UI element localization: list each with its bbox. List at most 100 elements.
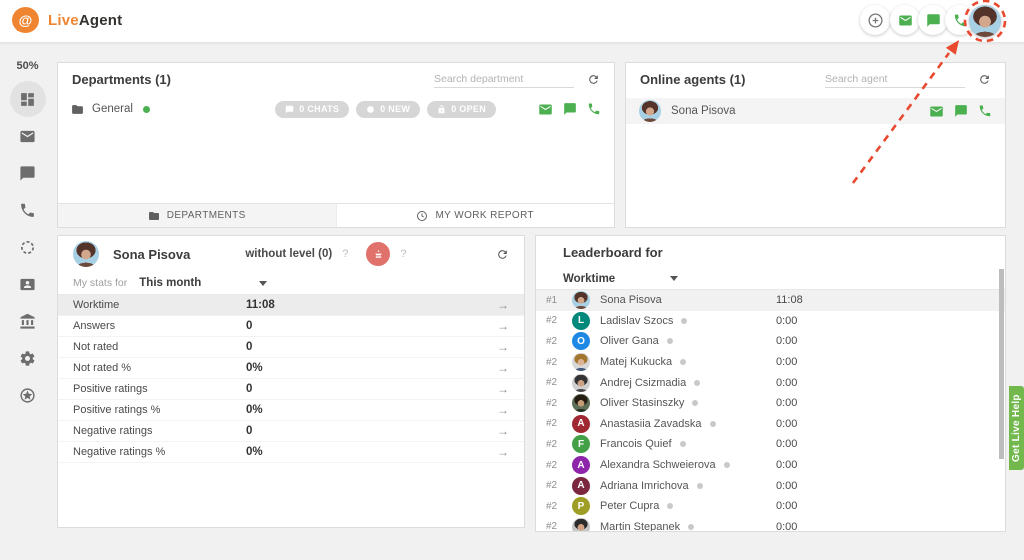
dashboard-icon [19,91,36,108]
refresh-icon [496,248,509,261]
new-count-badge: 0 NEW [356,101,420,118]
online-status-dot [143,106,150,113]
leaderboard-scrollbar[interactable] [999,269,1004,459]
chats-button[interactable] [918,5,948,35]
stat-row[interactable]: Not rated0→ [58,337,524,358]
agent-name: Sona Pisova [600,294,662,306]
arrow-right-icon[interactable]: → [497,340,509,354]
sidebar-item-customers[interactable] [10,303,46,339]
chat-department-button[interactable] [563,102,577,116]
metric-value: 0:00 [776,459,797,471]
refresh-agents-button[interactable] [978,73,991,86]
chevron-down-icon[interactable] [259,281,267,286]
agent-avatar: A [572,477,590,495]
email-icon [19,128,36,145]
stat-value: 0% [246,404,263,416]
stat-row[interactable]: Answers0→ [58,316,524,337]
metric-value: 0:00 [776,480,797,492]
offline-status-dot [681,318,687,324]
stat-value: 0% [246,446,263,458]
tab-my-work-report[interactable]: MY WORK REPORT [336,204,615,227]
call-department-button[interactable] [587,102,601,116]
agent-name: Martin Stepanek [600,521,680,532]
chat-agent-button[interactable] [954,104,968,118]
leaderboard-row: #2Oliver Stasinszky0:00 [536,393,1005,414]
rank-label: #1 [546,295,564,306]
add-new-button[interactable] [860,5,890,35]
stat-value: 11:08 [246,299,275,311]
sidebar-item-social[interactable] [10,229,46,265]
rank-label: #2 [546,501,564,512]
sidebar-item-settings[interactable] [10,340,46,376]
stat-row[interactable]: Positive ratings0→ [58,379,524,400]
stat-label: Negative ratings % [73,446,246,458]
sidebar-item-tickets[interactable] [10,118,46,154]
level-help[interactable]: ? [342,248,348,260]
report-agent-name: Sona Pisova [113,247,190,262]
arrow-right-icon[interactable]: → [497,382,509,396]
agent-avatar: A [572,415,590,433]
tickets-button[interactable] [890,5,920,35]
chats-count-badge: 0 CHATS [275,101,349,118]
departments-panel: Departments (1) General 0 CHATS 0 NEW [57,62,615,228]
refresh-report-button[interactable] [496,248,509,261]
rewards-help[interactable]: ? [400,248,406,260]
sidebar-item-dashboard[interactable] [10,81,46,117]
sidebar-item-calls[interactable] [10,192,46,228]
arrow-right-icon[interactable]: → [497,403,509,417]
stat-row[interactable]: Worktime11:08→ [58,295,524,316]
search-agent-input[interactable] [825,71,965,88]
call-agent-button[interactable] [978,104,992,118]
logo-at: @ [19,12,33,28]
stat-row[interactable]: Negative ratings0→ [58,421,524,442]
period-select[interactable]: This month [139,277,201,289]
leaderboard-list: #1Sona Pisova11:08#2LLadislav Szocs0:00#… [536,290,1005,532]
leaderboard-panel: Leaderboard for Worktime #1Sona Pisova11… [535,235,1006,532]
stat-row[interactable]: Not rated %0%→ [58,358,524,379]
stat-row[interactable]: Positive ratings %0%→ [58,400,524,421]
sidebar-item-gamification[interactable] [10,377,46,413]
agent-name: Andrej Csizmadia [600,377,686,389]
email-agent-button[interactable] [929,104,944,119]
metric-value: 0:00 [776,521,797,532]
chevron-down-icon[interactable] [670,276,678,281]
rank-label: #2 [546,357,564,368]
leaderboard-title: Leaderboard for [563,245,663,260]
agent-avatar [572,518,590,532]
rewards-button[interactable] [366,242,390,266]
stat-row[interactable]: Negative ratings %0% → [58,442,524,463]
arrow-right-icon[interactable]: → [497,445,509,459]
search-department-input[interactable] [434,71,574,88]
rank-label: #2 [546,480,564,491]
usage-percent: 50% [16,60,38,72]
bottom-tabs: DEPARTMENTS MY WORK REPORT [58,203,614,227]
get-live-help-button[interactable]: Get Live Help [1009,386,1024,470]
rank-label: #2 [546,315,564,326]
agent-name: Oliver Stasinszky [600,397,684,409]
rank-label: #2 [546,460,564,471]
user-avatar[interactable] [969,5,1001,37]
arrow-right-icon[interactable]: → [497,361,509,375]
chat-icon [926,13,941,28]
leaderboard-metric-select[interactable]: Worktime [563,273,615,285]
leaderboard-row: #2AAnastasiia Zavadska0:00 [536,414,1005,435]
tab-departments[interactable]: DEPARTMENTS [58,204,336,227]
phone-icon [978,104,992,118]
arrow-right-icon[interactable]: → [497,298,509,312]
metric-value: 0:00 [776,418,797,430]
stat-value: 0% [246,362,263,374]
chat-icon [563,102,577,116]
offline-status-dot [724,462,730,468]
email-department-button[interactable] [538,102,553,117]
sidebar-item-contacts[interactable] [10,266,46,302]
sidebar-item-chats[interactable] [10,155,46,191]
refresh-departments-button[interactable] [587,73,600,86]
offline-status-dot [688,524,694,530]
agent-avatar: A [572,456,590,474]
online-agents-title: Online agents (1) [640,72,745,87]
add-circle-icon [867,12,884,29]
metric-value: 0:00 [776,315,797,327]
department-badges: 0 CHATS 0 NEW 0 OPEN [275,101,496,118]
arrow-right-icon[interactable]: → [497,319,509,333]
arrow-right-icon[interactable]: → [497,424,509,438]
